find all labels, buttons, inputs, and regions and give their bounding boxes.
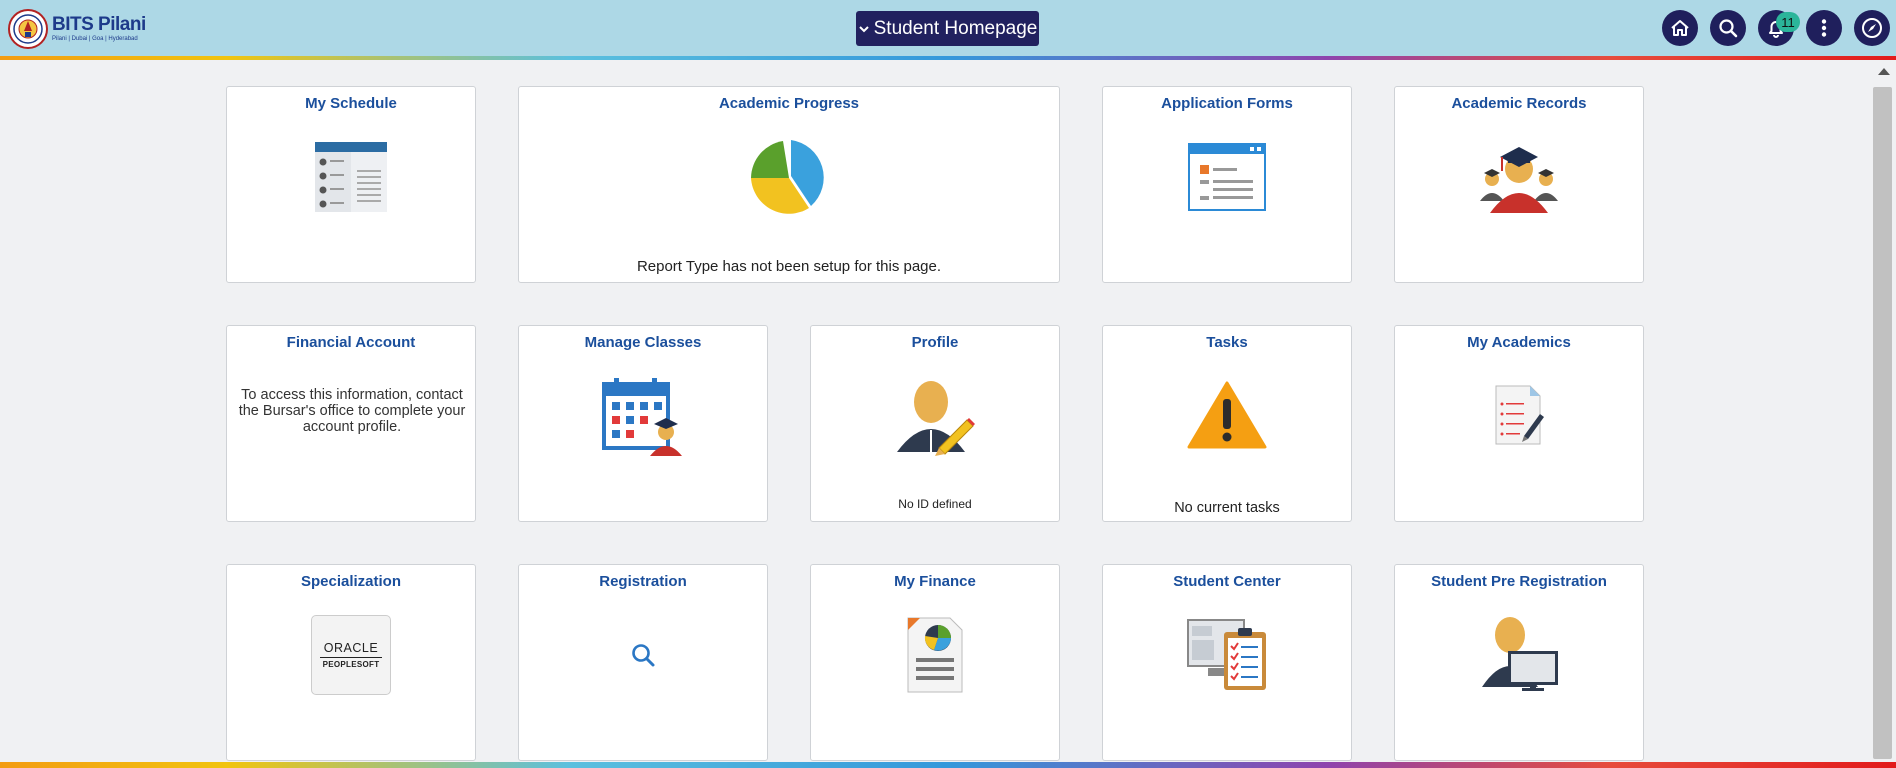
tile-profile[interactable]: Profile No ID defined <box>810 325 1060 522</box>
scroll-up-arrow-icon[interactable] <box>1878 68 1890 75</box>
warning-icon <box>1103 381 1351 449</box>
tile-student-center[interactable]: Student Center <box>1102 564 1352 761</box>
tile-title: Profile <box>911 334 959 351</box>
calendar-student-icon <box>519 376 767 456</box>
user-computer-icon <box>1395 615 1643 691</box>
pie-chart-icon <box>519 140 1059 216</box>
header-bar: BITS Pilani Pilani | Dubai | Goa | Hyder… <box>0 0 1896 56</box>
tile-title: My Academics <box>1467 334 1571 351</box>
tile-title: Financial Account <box>286 334 416 351</box>
tile-title: My Finance <box>894 573 976 590</box>
logo-subtitle: Pilani | Dubai | Goa | Hyderabad <box>52 36 138 42</box>
tile-message: Report Type has not been setup for this … <box>636 258 942 275</box>
home-icon <box>1671 20 1689 36</box>
schedule-icon <box>227 142 475 212</box>
tile-academic-records[interactable]: Academic Records <box>1394 86 1644 283</box>
bits-pilani-logo[interactable]: BITS Pilani Pilani | Dubai | Goa | Hyder… <box>8 8 146 50</box>
tile-academic-progress[interactable]: Academic Progress Report Type has not be… <box>518 86 1060 283</box>
notification-count-badge: 11 <box>1776 12 1800 32</box>
tile-tasks[interactable]: Tasks No current tasks <box>1102 325 1352 522</box>
homepage-tile-grid: My Schedule Academic Progress Report Typ… <box>0 60 1872 762</box>
page-title: Student Homepage <box>873 17 1038 39</box>
navbar-button[interactable] <box>1854 10 1890 46</box>
search-icon <box>1719 19 1738 38</box>
tile-title: Specialization <box>300 573 402 590</box>
tile-registration[interactable]: Registration <box>518 564 768 761</box>
document-pen-icon <box>1395 384 1643 446</box>
form-icon <box>1103 143 1351 211</box>
logo-name: BITS Pilani <box>52 14 146 35</box>
tile-title: Registration <box>599 573 687 590</box>
oracle-logo-text: ORACLE <box>323 641 379 655</box>
home-button[interactable] <box>1662 10 1698 46</box>
monitor-checklist-icon <box>1103 616 1351 692</box>
footer-color-stripe <box>0 762 1896 768</box>
tile-specialization[interactable]: Specialization ORACLE PEOPLESOFT <box>226 564 476 761</box>
vertical-scrollbar[interactable] <box>1872 60 1896 762</box>
tile-title: Academic Progress <box>718 95 860 112</box>
tile-application-forms[interactable]: Application Forms <box>1102 86 1352 283</box>
navbar-compass-icon <box>1862 18 1882 38</box>
more-vertical-icon <box>1821 19 1827 37</box>
tile-message: To access this information, contact the … <box>238 387 466 435</box>
tile-title: Student Center <box>1173 573 1281 590</box>
search-icon <box>519 642 767 668</box>
graduates-icon <box>1395 137 1643 217</box>
tile-financial-account[interactable]: Financial Account To access this informa… <box>226 325 476 522</box>
tile-student-pre-registration[interactable]: Student Pre Registration <box>1394 564 1644 761</box>
tile-title: Academic Records <box>1451 95 1587 112</box>
chevron-down-icon <box>858 23 870 35</box>
tile-my-schedule[interactable]: My Schedule <box>226 86 476 283</box>
peoplesoft-logo-text: PEOPLESOFT <box>322 660 380 669</box>
tile-manage-classes[interactable]: Manage Classes <box>518 325 768 522</box>
tile-title: Student Pre Registration <box>1431 573 1607 590</box>
tile-my-academics[interactable]: My Academics <box>1394 325 1644 522</box>
tile-title: Application Forms <box>1161 95 1293 112</box>
tile-message: No current tasks <box>1174 500 1280 516</box>
tile-message: No ID defined <box>898 497 972 511</box>
scrollbar-thumb[interactable] <box>1873 87 1892 759</box>
search-button[interactable] <box>1710 10 1746 46</box>
tile-title: Tasks <box>1206 334 1248 351</box>
more-actions-button[interactable] <box>1806 10 1842 46</box>
tile-my-finance[interactable]: My Finance <box>810 564 1060 761</box>
tile-title: My Schedule <box>305 95 397 112</box>
oracle-peoplesoft-logo: ORACLE PEOPLESOFT <box>227 615 475 695</box>
tile-title: Manage Classes <box>584 334 702 351</box>
bits-seal-icon <box>8 9 48 49</box>
homepage-selector-button[interactable]: Student Homepage <box>856 11 1039 46</box>
profile-edit-icon <box>811 376 1059 456</box>
finance-report-icon <box>811 616 1059 694</box>
